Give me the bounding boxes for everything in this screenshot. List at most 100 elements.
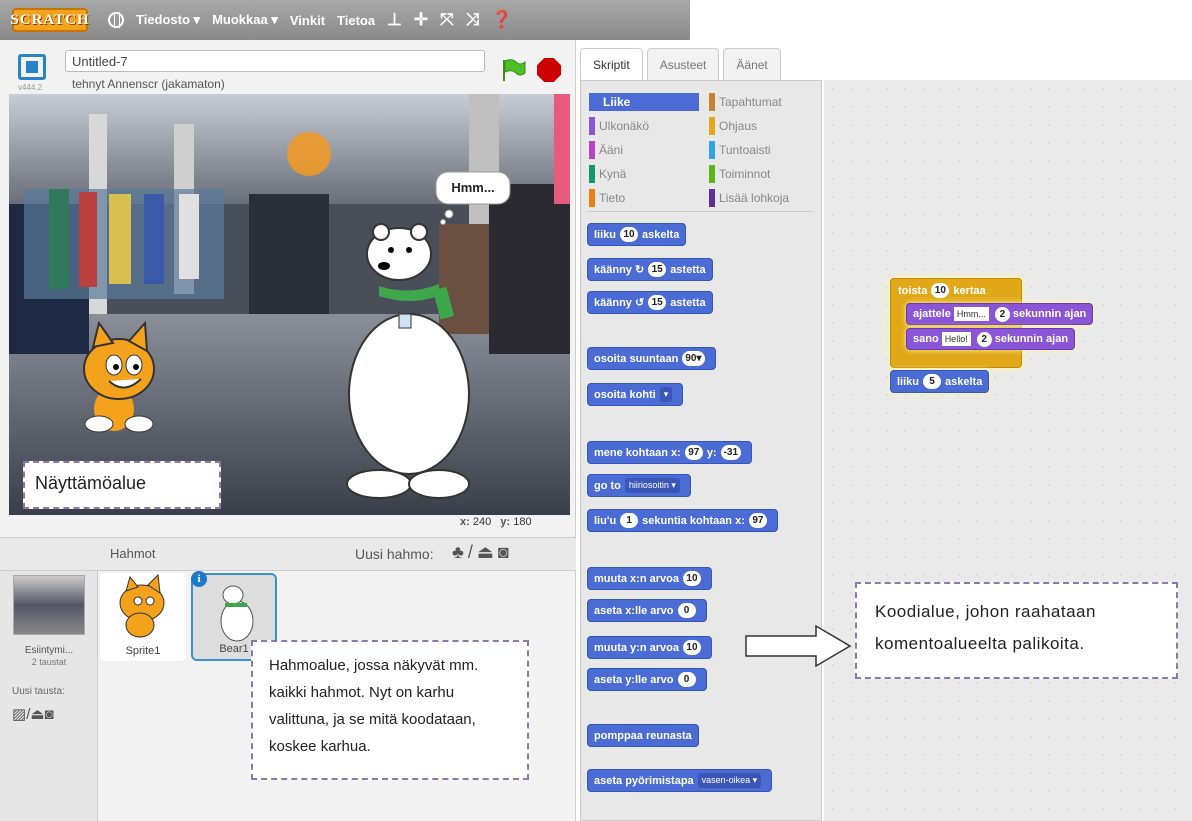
scratch-logo[interactable]: SCRATCH	[10, 8, 89, 32]
block-go-to-xy[interactable]: mene kohtaan x: 97 y: -31	[587, 441, 753, 464]
block-set-x[interactable]: aseta x:lle arvo 0	[587, 599, 707, 622]
block-input[interactable]: Hello!	[941, 332, 971, 346]
mouse-coordinates: x: 240 y: 180	[460, 516, 532, 528]
block-input[interactable]: 97	[748, 513, 767, 528]
block-input[interactable]: 15	[648, 295, 667, 310]
sprite-tile-sprite1[interactable]: Sprite1	[100, 573, 186, 661]
delete-tool-icon[interactable]: ✛	[414, 10, 428, 30]
block-dropdown[interactable]: ▾	[659, 387, 673, 402]
camera-backdrop-icon[interactable]: ◙	[45, 706, 54, 723]
pointer-arrow-icon	[745, 624, 852, 668]
sprite-annotation: Hahmoalue, jossa näkyvät mm. kaikki hahm…	[251, 640, 529, 780]
camera-sprite-icon[interactable]: ◙	[498, 542, 513, 562]
duplicate-tool-icon[interactable]: ⊥	[387, 10, 402, 30]
block-input[interactable]: 10	[682, 571, 701, 586]
presentation-mode-button[interactable]	[18, 54, 46, 80]
block-input[interactable]: 2	[976, 331, 992, 347]
block-input[interactable]: Hmm...	[953, 307, 989, 321]
grow-tool-icon[interactable]: ⤧	[440, 10, 454, 30]
block-turn-left[interactable]: käänny ↺ 15 astetta	[587, 291, 713, 314]
info-icon[interactable]: i	[191, 571, 207, 587]
category-looks[interactable]: Ulkonäkö	[589, 117, 699, 135]
block-change-y[interactable]: muuta y:n arvoa 10	[587, 636, 712, 659]
new-sprite-label: Uusi hahmo:	[355, 546, 434, 562]
sprite-library-icon[interactable]: ♣	[452, 542, 468, 562]
block-point-towards[interactable]: osoita kohti ▾	[587, 383, 684, 406]
project-title-input[interactable]	[65, 50, 485, 72]
new-backdrop-label: Uusi tausta:	[12, 686, 65, 697]
block-input[interactable]: 5	[923, 374, 942, 389]
block-text: liiku	[897, 375, 920, 388]
category-data[interactable]: Tieto	[589, 189, 699, 207]
category-motion[interactable]: Liike	[589, 93, 699, 111]
menu-tips[interactable]: Vinkit	[290, 13, 325, 28]
cat-thumbnail-icon	[119, 573, 165, 638]
stage-thumbnail[interactable]	[13, 575, 85, 635]
block-set-y[interactable]: aseta y:lle arvo 0	[587, 668, 707, 691]
block-input[interactable]: 10	[931, 283, 950, 298]
category-sound[interactable]: Ääni	[589, 141, 699, 159]
block-dropdown[interactable]: vasen-oikea ▾	[697, 773, 762, 788]
block-input[interactable]: 0	[677, 672, 696, 687]
block-input[interactable]: 15	[648, 262, 667, 277]
block-input[interactable]: 0	[677, 603, 696, 618]
block-text: y:	[706, 446, 717, 459]
category-more-blocks[interactable]: Lisää lohkoja	[709, 189, 819, 207]
block-input[interactable]: 10	[682, 640, 701, 655]
block-dropdown[interactable]: hiiriosoitin ▾	[624, 478, 680, 493]
backdrop-library-icon[interactable]: ▨	[12, 706, 26, 723]
block-think-for-secs[interactable]: ajattele Hmm... 2 sekunnin ajan	[906, 303, 1094, 325]
category-list: Liike Tapahtumat Ulkonäkö Ohjaus Ääni Tu…	[585, 87, 819, 211]
menu-about[interactable]: Tietoa	[337, 13, 375, 28]
block-text: go to	[594, 479, 621, 492]
block-say-for-secs[interactable]: sano Hello! 2 sekunnin ajan	[906, 328, 1076, 350]
paint-sprite-icon[interactable]: /	[468, 542, 477, 562]
stop-icon[interactable]	[537, 58, 561, 82]
block-input[interactable]: 1	[620, 513, 639, 528]
upload-sprite-icon[interactable]: ⏏	[477, 542, 498, 562]
category-operators[interactable]: Toiminnot	[709, 165, 819, 183]
tab-sounds[interactable]: Äänet	[723, 48, 781, 80]
help-tool-icon[interactable]: ❓	[491, 10, 512, 30]
language-globe-icon[interactable]	[108, 12, 124, 28]
block-text: astetta	[670, 296, 706, 309]
block-go-to[interactable]: go to hiiriosoitin ▾	[587, 474, 691, 497]
menu-bar: SCRATCH Tiedosto ▾ Muokkaa ▾ Vinkit Tiet…	[0, 0, 690, 40]
block-input[interactable]: 2	[994, 306, 1010, 322]
green-flag-icon[interactable]	[500, 58, 526, 82]
shrink-tool-icon[interactable]: ⤨	[466, 10, 480, 30]
block-text: aseta pyörimistapa	[594, 774, 694, 787]
block-text: mene kohtaan x:	[594, 446, 681, 459]
block-move-steps-script[interactable]: liiku 5 askelta	[890, 370, 990, 393]
stage-panel: v444.2 tehnyt Annenscr (jakamaton)	[0, 40, 576, 821]
block-input[interactable]: 90▾	[682, 351, 705, 366]
menu-file[interactable]: Tiedosto ▾	[136, 12, 200, 28]
block-text: liu'u	[594, 514, 617, 527]
block-text: liiku	[594, 228, 617, 241]
thought-bubble-text: Hmm...	[451, 180, 495, 195]
block-point-direction[interactable]: osoita suuntaan 90▾	[587, 347, 716, 370]
category-pen[interactable]: Kynä	[589, 165, 699, 183]
block-text: sekunnin ajan	[1012, 308, 1087, 320]
block-glide[interactable]: liu'u 1 sekuntia kohtaan x: 97	[587, 509, 778, 532]
block-bounce-edge[interactable]: pomppaa reunasta	[587, 724, 699, 747]
editor-tabs: Skriptit Asusteet Äänet	[580, 48, 785, 80]
block-turn-right[interactable]: käänny ↻ 15 astetta	[587, 258, 713, 281]
block-input[interactable]: -31	[720, 445, 742, 460]
block-text: toista	[898, 284, 928, 297]
category-control[interactable]: Ohjaus	[709, 117, 819, 135]
project-author: tehnyt Annenscr (jakamaton)	[72, 77, 225, 91]
block-rotation-style[interactable]: aseta pyörimistapa vasen-oikea ▾	[587, 769, 773, 792]
block-move-steps[interactable]: liiku 10 askelta	[587, 223, 687, 246]
block-change-x[interactable]: muuta x:n arvoa 10	[587, 567, 712, 590]
category-events[interactable]: Tapahtumat	[709, 93, 819, 111]
script-area[interactable]	[824, 80, 1192, 821]
block-input[interactable]: 97	[684, 445, 703, 460]
upload-backdrop-icon[interactable]: ⏏	[30, 706, 44, 723]
stage-canvas[interactable]: Hmm...	[9, 94, 570, 515]
tab-costumes[interactable]: Asusteet	[646, 48, 720, 80]
menu-edit[interactable]: Muokkaa ▾	[212, 12, 278, 28]
block-input[interactable]: 10	[620, 227, 639, 242]
category-sensing[interactable]: Tuntoaisti	[709, 141, 819, 159]
tab-scripts[interactable]: Skriptit	[580, 48, 643, 80]
